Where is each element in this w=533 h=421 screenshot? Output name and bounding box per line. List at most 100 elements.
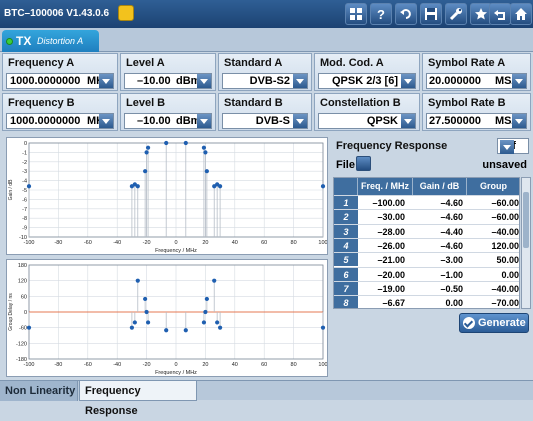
tab-non-linearity[interactable]: Non Linearity [0, 381, 78, 401]
x-tick-label: 60 [261, 240, 267, 246]
chevron-down-icon[interactable] [197, 74, 211, 88]
frequency-b-field[interactable]: 1000.0000000 MHz [6, 113, 114, 129]
tab-frequency-response[interactable]: Frequency Response [79, 381, 197, 417]
x-axis-label: Frequency / MHz [155, 370, 197, 376]
tab-strip: TX Distortion A [0, 28, 533, 52]
frequency-b-cell: Frequency B 1000.0000000 MHz [2, 93, 118, 131]
cell-delay: 0.00 [501, 269, 519, 280]
level-a-field[interactable]: –10.00 dBm [124, 73, 212, 89]
cell-delay: –60.00 [491, 198, 519, 208]
constellation-b-select[interactable]: QPSK [318, 113, 416, 129]
data-point [183, 328, 188, 333]
cell-delay: 50.00 [496, 255, 519, 266]
back-icon[interactable] [489, 3, 511, 25]
row-index: 3 [334, 224, 358, 238]
table-row[interactable]: 5 –21.00 –3.00 50.00 [334, 252, 519, 267]
y-tick-label: 120 [18, 279, 27, 285]
data-point [215, 320, 220, 325]
data-point [201, 145, 207, 150]
y-axis-label: Group Delay / ns [8, 293, 14, 331]
cell-delay: –60.00 [491, 212, 519, 223]
table-row[interactable]: 3 –28.00 –4.40 –40.00 [334, 223, 519, 238]
cell-gain: –4.60 [440, 198, 463, 208]
cell-gain: –4.60 [440, 212, 463, 223]
symbol-rate-a-field[interactable]: 20.000000 MS/s [426, 73, 527, 89]
chevron-down-icon[interactable] [99, 74, 113, 88]
warning-icon[interactable] [118, 5, 134, 21]
data-point [145, 145, 151, 150]
chevron-down-icon[interactable] [401, 114, 415, 128]
table-scrollbar[interactable] [521, 177, 531, 309]
y-tick-label: -120 [16, 341, 27, 347]
y-tick-label: 0 [24, 141, 27, 147]
x-tick-label: -80 [54, 240, 62, 246]
data-point [144, 309, 149, 315]
y-tick-label: -6 [22, 197, 27, 203]
chevron-down-icon[interactable] [500, 140, 514, 154]
x-tick-label: 100 [318, 362, 327, 368]
home-icon[interactable] [510, 3, 532, 25]
symbol-rate-b-value: 27.500000 [429, 115, 481, 127]
y-tick-label: -60 [19, 326, 27, 332]
chevron-down-icon[interactable] [512, 74, 526, 88]
data-point [135, 278, 140, 283]
symbol-rate-b-cell: Symbol Rate B 27.500000 MS/s [422, 93, 531, 131]
row-index: 8 [334, 296, 358, 308]
chevron-down-icon[interactable] [293, 114, 307, 128]
windows-icon[interactable] [345, 3, 367, 25]
level-a-label: Level A [126, 57, 165, 69]
chevron-down-icon[interactable] [197, 114, 211, 128]
symbol-rate-a-cell: Symbol Rate A 20.000000 MS/s [422, 53, 531, 91]
data-point [320, 325, 326, 330]
constellation-b-value: QPSK [366, 115, 398, 127]
generate-label: Generate [478, 317, 526, 329]
table-row[interactable]: 6 –20.00 –1.00 0.00 [334, 266, 519, 281]
data-point [183, 140, 188, 146]
symbol-rate-b-label: Symbol Rate B [428, 97, 506, 109]
tab-tx-distortion-a[interactable]: TX Distortion A [2, 30, 99, 52]
table-row[interactable]: 4 –26.00 –4.60 120.00 [334, 237, 519, 253]
x-tick-label: 100 [318, 240, 327, 246]
y-tick-label: -9 [22, 226, 27, 232]
table-row[interactable]: 7 –19.00 –0.50 –40.00 [334, 280, 519, 296]
chevron-down-icon[interactable] [99, 114, 113, 128]
gain-chart: -100 -80 -60 -40 -20 0 20 40 60 80 100 0 -1 -2 -3 -4 -5-… [6, 137, 328, 255]
help-icon[interactable]: ? [370, 3, 392, 25]
frequency-response-state-select[interactable]: Off [497, 138, 529, 154]
level-b-field[interactable]: –10.00 dBm [124, 113, 212, 129]
row-index: 4 [334, 238, 358, 253]
row-index: 6 [334, 267, 358, 281]
generate-button[interactable]: Generate [459, 313, 529, 333]
chevron-down-icon[interactable] [512, 114, 526, 128]
y-tick-label: 180 [18, 263, 27, 269]
standard-a-label: Standard A [224, 57, 283, 69]
symbol-rate-b-field[interactable]: 27.500000 MS/s [426, 113, 527, 129]
cell-freq: –100.00 [372, 198, 405, 208]
modcod-a-select[interactable]: QPSK 2/3 [6] [318, 73, 416, 89]
x-tick-label: -40 [113, 362, 121, 368]
tab-tx-label: TX [16, 34, 32, 48]
data-point [129, 325, 134, 330]
frequency-a-field[interactable]: 1000.0000000 MHz [6, 73, 114, 89]
gain-chart-svg: -100 -80 -60 -40 -20 0 20 40 60 80 1000-1-2-3-4-5-… [8, 140, 328, 254]
row-index: 1 [334, 196, 358, 210]
file-save-icon[interactable] [356, 156, 371, 171]
wrench-icon[interactable] [445, 3, 467, 25]
chevron-down-icon[interactable] [293, 74, 307, 88]
title-bar: BTC–100006 V1.43.0.6 ? [0, 0, 533, 28]
x-tick-label: 60 [261, 362, 267, 368]
standard-a-value: DVB-S2 [249, 75, 290, 87]
save-icon[interactable] [420, 3, 442, 25]
table-row[interactable]: 2 –30.00 –4.60 –60.00 [334, 209, 519, 224]
scrollbar-thumb[interactable] [523, 192, 529, 248]
col-freq-header: Freq. / MHz [358, 178, 413, 195]
level-b-cell: Level B –10.00 dBm [120, 93, 216, 131]
table-row[interactable]: 1 –100.00 –4.60 –60.00 [334, 195, 519, 210]
table-row[interactable]: 8 –6.67 0.00 –70.00 [334, 295, 519, 308]
standard-b-select[interactable]: DVB-S [222, 113, 308, 129]
standard-a-select[interactable]: DVB-S2 [222, 73, 308, 89]
data-point [218, 325, 223, 330]
constellation-b-label: Constellation B [320, 97, 401, 109]
chevron-down-icon[interactable] [401, 74, 415, 88]
undo-icon[interactable] [395, 3, 417, 25]
